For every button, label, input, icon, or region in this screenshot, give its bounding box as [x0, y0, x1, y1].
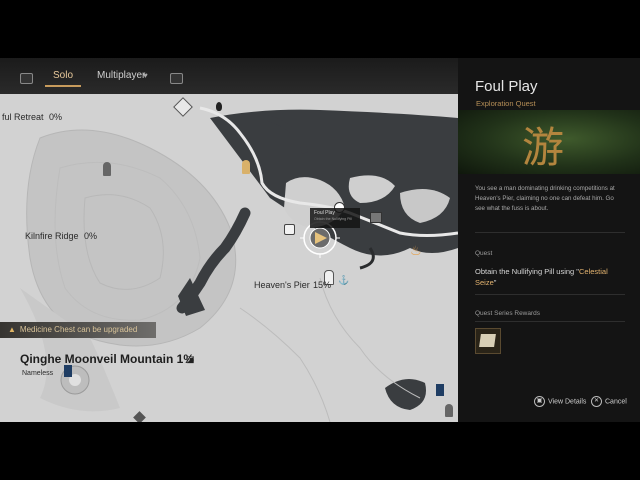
region-subtitle: Nameless [22, 370, 54, 377]
cancel-icon: ✕ [591, 396, 602, 407]
region-arrow-icon: ◪ [186, 354, 195, 364]
view-details-button[interactable]: ▣ View Details [534, 396, 586, 407]
drop-marker-icon[interactable] [216, 102, 222, 111]
marker-tooltip: Foul Play Obtain the Nullifying Pill [310, 208, 360, 228]
anchor-marker-icon[interactable]: ⚓ [338, 276, 349, 285]
house-marker-icon[interactable] [370, 212, 382, 223]
quest-title: Foul Play [475, 78, 538, 95]
pier-label: Heaven's Pier [254, 280, 310, 290]
marker-tooltip-sub: Obtain the Nullifying Pill [314, 217, 352, 221]
statue-marker-3-icon[interactable] [445, 404, 453, 417]
rewards-header: Quest Series Rewards [475, 310, 541, 317]
quest-objective: Obtain the Nullifying Pill using "Celest… [475, 266, 625, 288]
objective-text: Obtain the Nullifying Pill using " [475, 267, 579, 276]
view-details-icon: ▣ [534, 396, 545, 407]
kilnfire-label: Kilnfire Ridge [25, 231, 79, 241]
quest-art: 游 [458, 110, 640, 174]
flag-marker-2-icon[interactable] [436, 384, 444, 396]
divider-2 [475, 294, 625, 295]
view-details-label: View Details [548, 398, 587, 406]
map-topbar: Solo Multiplayer ♥ [0, 58, 458, 94]
quest-type: Exploration Quest [476, 99, 536, 108]
reward-item[interactable] [475, 328, 501, 354]
fire-marker-icon[interactable]: ♨ [410, 244, 422, 258]
tab-solo[interactable]: Solo [44, 70, 82, 87]
retreat-percent: 0% [49, 112, 63, 122]
bumper-right-icon [170, 73, 183, 84]
world-map[interactable]: Solo Multiplayer ♥ ♨ ⚓ ful Retreat 0% Ki… [0, 58, 459, 422]
notice-text: Medicine Chest can be upgraded [19, 325, 138, 334]
pier-percent: 15% [313, 280, 332, 290]
notice-banner: ▲ Medicine Chest can be upgraded [0, 322, 156, 338]
quest-section-header: Quest [475, 250, 493, 257]
game-frame: Solo Multiplayer ♥ ♨ ⚓ ful Retreat 0% Ki… [0, 58, 640, 422]
flag-marker-icon[interactable] [64, 365, 72, 377]
scroll-icon [479, 334, 496, 347]
tab-multiplayer[interactable]: Multiplayer [97, 70, 145, 81]
region-title: Qinghe Moonveil Mountain 1% [20, 352, 194, 366]
retreat-label: ful Retreat [2, 112, 44, 122]
quest-description: You see a man dominating drinking compet… [475, 185, 615, 212]
shrine-marker-icon[interactable] [242, 160, 250, 174]
marker-tooltip-title: Foul Play [314, 210, 335, 216]
statue-marker-icon[interactable] [103, 162, 111, 176]
kilnfire-percent: 0% [84, 231, 98, 241]
quest-panel: Foul Play Exploration Quest 游 You see a … [458, 58, 640, 422]
bumper-left-icon [20, 73, 33, 84]
cancel-label: Cancel [605, 398, 627, 406]
objective-end: " [493, 278, 497, 287]
quest-art-glyph: 游 [522, 123, 565, 172]
cancel-button[interactable]: ✕ Cancel [591, 396, 627, 407]
notice-drop-icon: ▲ [8, 325, 16, 334]
chat-marker-icon[interactable] [284, 224, 295, 235]
divider-3 [475, 321, 625, 322]
divider [475, 232, 625, 233]
multiplayer-heart-icon: ♥ [143, 71, 148, 80]
